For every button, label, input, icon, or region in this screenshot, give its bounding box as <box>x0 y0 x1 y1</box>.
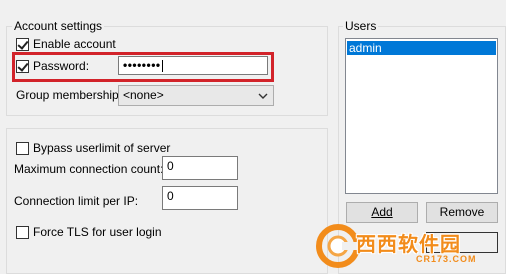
connection-limit-per-ip-label: Connection limit per IP: <box>14 194 139 208</box>
list-item-admin[interactable]: admin <box>347 41 496 55</box>
logo-text: 西西软件园 <box>356 234 461 256</box>
add-button-label: Add <box>371 205 393 219</box>
force-tls-label[interactable]: Force TLS for user login <box>33 225 162 240</box>
users-legend: Users <box>343 19 379 33</box>
bypass-userlimit-label[interactable]: Bypass userlimit of server <box>33 141 170 156</box>
bypass-userlimit-text: Bypass userlimit of server <box>33 141 171 155</box>
max-connection-count-label: Maximum connection count: <box>14 162 164 176</box>
group-membership-label: Group membership: <box>16 88 123 102</box>
max-connection-count-value: 0 <box>167 159 174 173</box>
group-membership-select[interactable]: <none> <box>118 85 274 106</box>
bypass-userlimit-checkbox[interactable] <box>16 142 29 155</box>
remove-button-label: Remove <box>439 205 485 219</box>
enable-account-text: Enable account <box>33 37 116 51</box>
connection-limit-per-ip-value: 0 <box>167 189 174 203</box>
watermark-logo: 西西软件园 CR173.COM <box>316 224 506 270</box>
account-settings-legend: Account settings <box>12 19 105 33</box>
group-membership-value: <none> <box>123 88 164 102</box>
password-highlight-box <box>12 52 274 82</box>
remove-user-button[interactable]: Remove <box>426 202 498 223</box>
enable-account-checkbox[interactable] <box>16 38 29 51</box>
enable-account-label[interactable]: Enable account <box>33 37 116 52</box>
force-tls-text: Force TLS for user login <box>33 225 162 239</box>
chevron-down-icon <box>258 93 268 99</box>
force-tls-checkbox[interactable] <box>16 226 29 239</box>
logo-mark-icon <box>316 224 360 268</box>
logo-url: CR173.COM <box>416 254 477 264</box>
max-connection-count-input[interactable]: 0 <box>162 156 238 180</box>
connection-limit-per-ip-input[interactable]: 0 <box>162 186 238 210</box>
users-list[interactable]: admin <box>345 38 498 194</box>
add-user-button[interactable]: Add <box>346 202 418 223</box>
